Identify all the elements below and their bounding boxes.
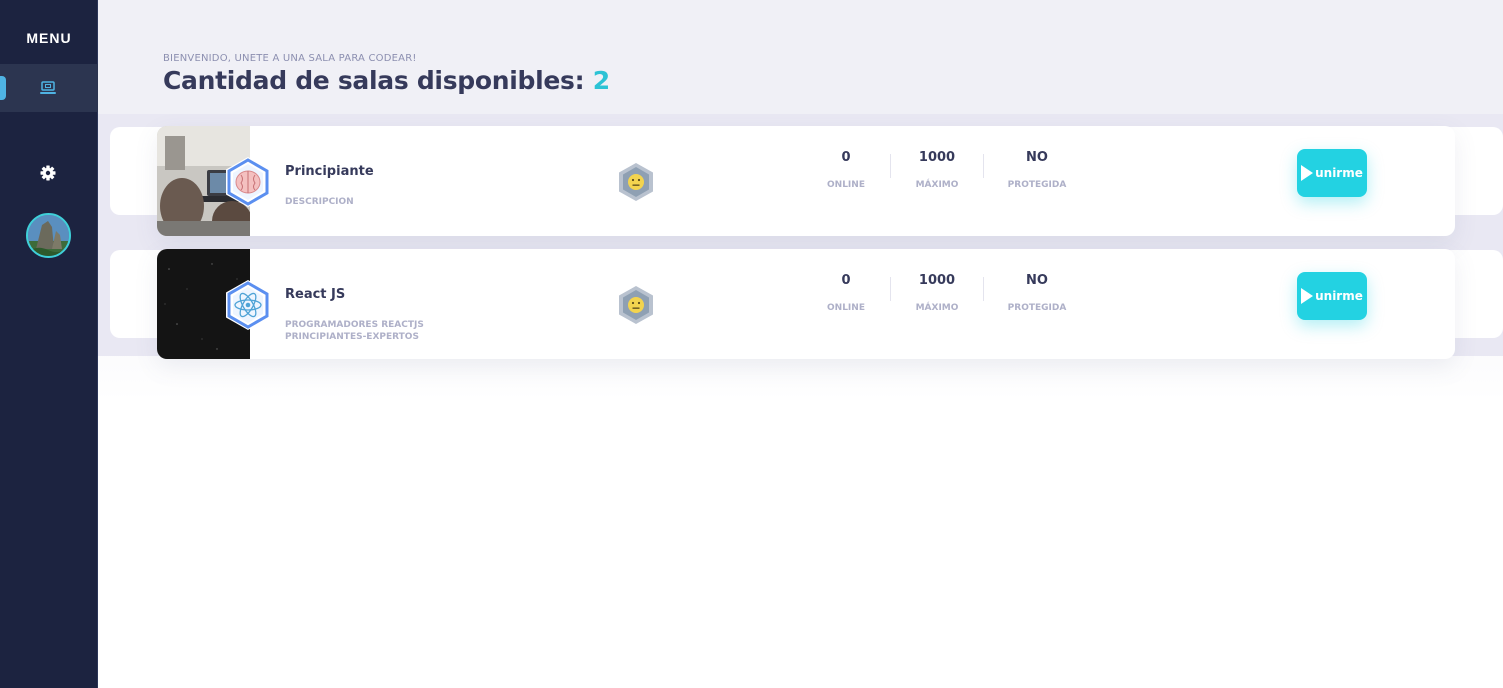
room-card: React JS PROGRAMADORES REACTJS PRINCIPIA… [157,249,1455,359]
stat-max-label: MÁXIMO [915,303,959,313]
stat-max: 1000 MÁXIMO [897,150,977,190]
laptop-icon [40,81,56,94]
play-icon [1301,165,1314,181]
play-icon [1301,288,1314,304]
room-description: PROGRAMADORES REACTJS PRINCIPIANTES-EXPE… [285,320,424,342]
room-card: Principiante DESCRIPCION 0 ONLINE 1000 M… [157,126,1455,236]
stat-divider [890,154,891,178]
sidebar-item-rooms[interactable] [0,64,98,112]
stat-divider [983,154,984,178]
stat-max: 1000 MÁXIMO [897,273,977,313]
stat-online-value: 0 [841,273,851,288]
sidebar: MENU [0,0,98,688]
stat-protected-value: NO [1026,150,1048,165]
stat-protected-label: PROTEGIDA [1007,303,1067,313]
stat-online-label: ONLINE [827,303,865,313]
stat-protected: NO PROTEGIDA [997,150,1077,190]
stat-max-value: 1000 [918,273,956,288]
stat-protected: NO PROTEGIDA [997,273,1077,313]
stat-online-value: 0 [841,150,851,165]
room-name: React JS [285,287,346,302]
stat-divider [983,277,984,301]
react-atom-icon [226,280,270,330]
gear-icon[interactable] [38,163,58,183]
stat-divider [890,277,891,301]
menu-title: MENU [26,30,72,46]
join-button-label: unirme [1315,166,1363,180]
stat-max-value: 1000 [918,150,956,165]
join-button-label: unirme [1315,289,1363,303]
stat-online: 0 ONLINE [806,150,886,190]
stat-online-label: ONLINE [827,180,865,190]
room-description: DESCRIPCION [285,197,354,207]
avatar[interactable] [26,213,71,258]
join-button[interactable]: unirme [1297,149,1367,197]
page-title-text: Cantidad de salas disponibles: [163,66,585,95]
stat-protected-label: PROTEGIDA [1007,180,1067,190]
stat-online: 0 ONLINE [806,273,886,313]
avatar-image [28,215,69,256]
join-button[interactable]: unirme [1297,272,1367,320]
stat-max-label: MÁXIMO [915,180,959,190]
page-title: Cantidad de salas disponibles: 2 [163,66,610,95]
brain-icon [226,157,270,207]
neutral-face-icon [619,286,653,324]
room-count: 2 [592,66,610,95]
stat-protected-value: NO [1026,273,1048,288]
welcome-text: BIENVENIDO, UNETE A UNA SALA PARA CODEAR… [163,53,417,64]
neutral-face-icon [619,163,653,201]
room-name: Principiante [285,164,374,179]
active-indicator [0,76,6,100]
